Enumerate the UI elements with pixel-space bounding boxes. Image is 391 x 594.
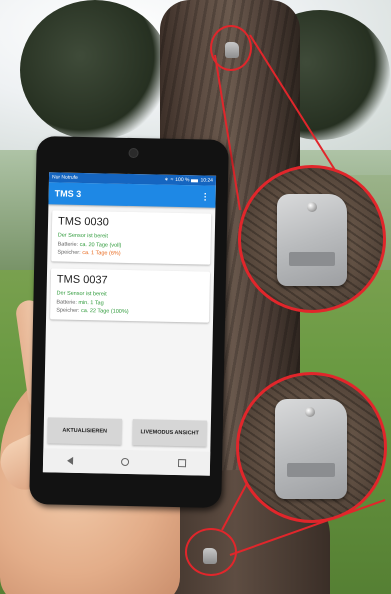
sensor-name: TMS 0030 [57, 215, 109, 229]
battery-icon [191, 178, 199, 182]
status-bar-carrier: Nur Notrufe [51, 174, 78, 181]
sensor-list: TMS 0030 Der Sensor ist bereit Batterie:… [46, 204, 215, 323]
front-camera-icon [128, 147, 139, 159]
back-icon[interactable] [67, 456, 74, 465]
sensor-status: Der Sensor ist bereit [57, 232, 108, 240]
sensor-closeup-bottom [275, 399, 347, 499]
callout-zoom-bottom [236, 372, 387, 523]
smartphone: Nur Notrufe ∗ ≈ 100 % 10:24 TMS 3 ⋮ TMS … [29, 136, 229, 508]
storage-label: Speicher: [57, 249, 81, 256]
sensor-display-window [289, 252, 335, 266]
battery-value: ca. 20 Tage (voll) [79, 241, 122, 249]
sensor-display-window [287, 463, 335, 477]
callout-circle-top-small [210, 25, 252, 71]
battery-label: Batterie: [57, 241, 79, 248]
action-buttons: AKTUALISIEREN LIVEMODUS ANSICHT [47, 417, 207, 447]
home-icon[interactable] [121, 457, 130, 467]
photo-scene: Nur Notrufe ∗ ≈ 100 % 10:24 TMS 3 ⋮ TMS … [0, 0, 391, 594]
recent-apps-icon[interactable] [177, 459, 186, 468]
sensor-card-tms-0030[interactable]: TMS 0030 Der Sensor ist bereit Batterie:… [51, 210, 212, 265]
wifi-icon: ≈ [170, 176, 174, 183]
storage-label: Speicher: [56, 307, 80, 314]
android-nav-bar [42, 448, 211, 476]
bluetooth-icon: ∗ [164, 176, 169, 183]
battery-value: min. 1 Tag [78, 299, 104, 307]
storage-value: ca. 22 Tage (100%) [80, 307, 129, 315]
live-mode-button[interactable]: LIVEMODUS ANSICHT [132, 419, 207, 447]
app-title: TMS 3 [54, 188, 82, 199]
sensor-card-tms-0037[interactable]: TMS 0037 Der Sensor ist bereit Batterie:… [50, 268, 211, 323]
callout-circle-bottom-small [185, 528, 237, 576]
screw-icon [305, 407, 315, 417]
more-vert-icon[interactable]: ⋮ [201, 191, 210, 201]
battery-label: Batterie: [56, 299, 77, 306]
status-bar-right: ∗ ≈ 100 % 10:24 [164, 175, 213, 186]
callout-zoom-top [238, 165, 386, 313]
refresh-button[interactable]: AKTUALISIEREN [47, 417, 122, 445]
screw-icon [307, 202, 317, 212]
sensor-status: Der Sensor ist bereit [56, 290, 107, 298]
battery-percent: 100 % [175, 176, 190, 184]
storage-row: Speicher: ca. 1 Tage (6%) [57, 249, 204, 258]
storage-value: ca. 1 Tage (6%) [82, 250, 121, 257]
phone-screen: Nur Notrufe ∗ ≈ 100 % 10:24 TMS 3 ⋮ TMS … [42, 172, 217, 476]
sensor-closeup-top [277, 194, 347, 286]
sensor-name: TMS 0037 [56, 273, 108, 287]
storage-row: Speicher: ca. 22 Tage (100%) [56, 307, 203, 316]
status-bar-time: 10:24 [200, 177, 214, 184]
